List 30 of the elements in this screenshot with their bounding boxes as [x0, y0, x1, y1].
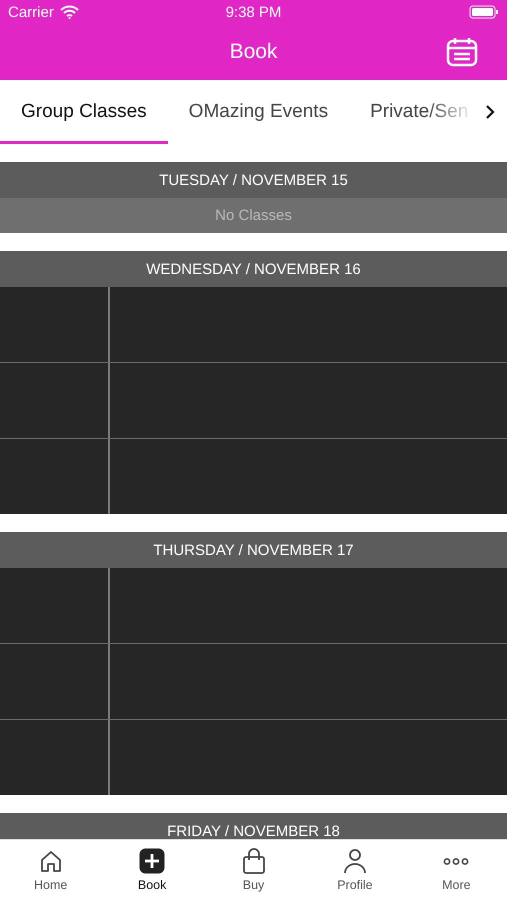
tab-bar-item[interactable]: Profile [304, 840, 406, 900]
tab-bar-item[interactable]: Book [101, 840, 203, 900]
wifi-icon [60, 5, 79, 19]
battery-icon [469, 5, 499, 19]
person-icon [342, 848, 368, 874]
day-header: WEDNESDAY / NOVEMBER 16 [0, 251, 507, 287]
more-icon [443, 858, 470, 864]
day-header: TUESDAY / NOVEMBER 15 [0, 162, 507, 198]
day-header: FRIDAY / NOVEMBER 18 [0, 813, 507, 839]
category-tab[interactable]: Private/Sen [349, 80, 490, 144]
class-row[interactable] [0, 644, 507, 720]
chevron-right-icon[interactable] [485, 104, 495, 120]
category-tab[interactable]: Group Classes [0, 80, 168, 144]
class-row[interactable] [0, 720, 507, 795]
category-tab[interactable]: OMazing Events [168, 80, 350, 144]
empty-message: No Classes [0, 198, 507, 233]
tab-bar-item[interactable]: More [406, 840, 507, 900]
class-row[interactable] [0, 363, 507, 439]
class-row[interactable] [0, 439, 507, 514]
status-time: 9:38 PM [226, 4, 282, 20]
screen-title: Book [230, 40, 278, 64]
plus-icon [139, 848, 166, 874]
tab-bar-item[interactable]: Home [0, 840, 102, 900]
tab-bar-item[interactable]: Buy [202, 840, 304, 900]
carrier-label: Carrier [8, 4, 54, 20]
calendar-icon[interactable] [446, 37, 478, 67]
shopping-bag-icon [240, 848, 267, 874]
class-row[interactable] [0, 568, 507, 644]
day-header: THURSDAY / NOVEMBER 17 [0, 532, 507, 568]
class-row[interactable] [0, 287, 507, 363]
